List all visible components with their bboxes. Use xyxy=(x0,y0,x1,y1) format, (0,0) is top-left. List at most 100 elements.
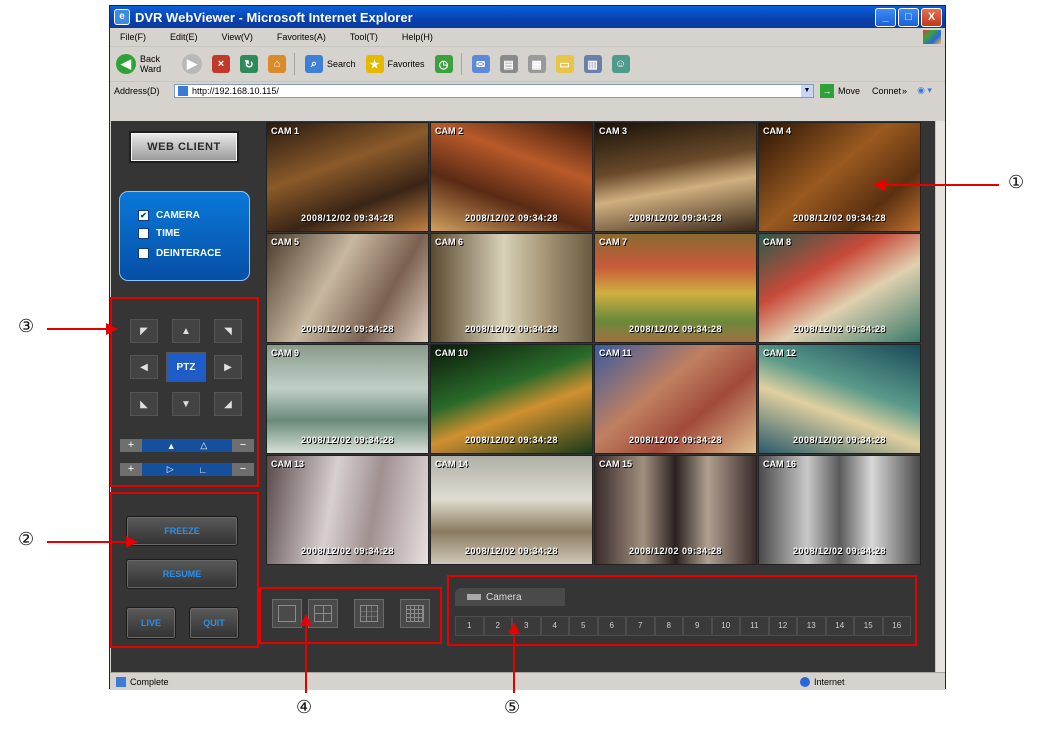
home-icon[interactable]: ⌂ xyxy=(268,55,286,73)
camera-label: CAM 2 xyxy=(435,126,464,136)
messenger-icon[interactable]: ☺ xyxy=(611,55,630,73)
display-options-panel: ✔ CAMERA TIME DEINTERACE xyxy=(119,191,250,281)
menu-edit[interactable]: Edit(E) xyxy=(170,32,198,42)
menu-help[interactable]: Help(H) xyxy=(402,32,433,42)
address-bar: Address(D) http://192.168.10.115/ ▼ → Mo… xyxy=(110,82,945,99)
camera-timestamp: 2008/12/02 09:34:28 xyxy=(792,324,887,334)
camera-tile-15[interactable]: CAM 15 2008/12/02 09:34:28 xyxy=(594,455,757,565)
title-bar[interactable]: e DVR WebViewer - Microsoft Internet Exp… xyxy=(110,6,945,28)
history-icon[interactable]: ◷ xyxy=(434,55,453,73)
camera-tile-8[interactable]: CAM 8 2008/12/02 09:34:28 xyxy=(758,233,921,343)
camera-label: CAM 9 xyxy=(271,348,300,358)
camera-timestamp: 2008/12/02 09:34:28 xyxy=(300,324,395,334)
camera-label: CAM 3 xyxy=(599,126,628,136)
toolbar-separator xyxy=(460,53,462,75)
favorites-star-icon[interactable]: ★ xyxy=(365,55,384,73)
checkbox-time[interactable] xyxy=(138,228,149,239)
edit-icon[interactable]: ▦ xyxy=(527,55,546,73)
security-zone: Internet xyxy=(800,676,845,687)
camera-timestamp: 2008/12/02 09:34:28 xyxy=(792,546,887,556)
mail-icon[interactable]: ✉ xyxy=(471,55,490,73)
camera-tile-10[interactable]: CAM 10 2008/12/02 09:34:28 xyxy=(430,344,593,454)
camera-label: CAM 15 xyxy=(599,459,633,469)
search-icon[interactable]: ⌕ xyxy=(305,55,323,73)
menu-bar: File(F) Edit(E) View(V) Favorites(A) Too… xyxy=(110,28,945,47)
go-arrow-icon[interactable]: → xyxy=(820,83,834,98)
links-label[interactable]: Connet xyxy=(872,86,901,96)
camera-tile-7[interactable]: CAM 7 2008/12/02 09:34:28 xyxy=(594,233,757,343)
address-label: Address(D) xyxy=(114,85,160,96)
option-deinterace[interactable]: DEINTERACE xyxy=(138,248,221,259)
callout-box-split xyxy=(259,587,442,644)
camera-label: CAM 5 xyxy=(271,237,300,247)
research-icon[interactable]: ▥ xyxy=(583,55,602,73)
camera-label: CAM 11 xyxy=(599,348,632,358)
camera-label: CAM 16 xyxy=(763,459,797,469)
arrow-head-3 xyxy=(106,323,118,335)
camera-timestamp: 2008/12/02 09:34:28 xyxy=(300,546,395,556)
option-camera[interactable]: ✔ CAMERA xyxy=(138,210,200,221)
stop-icon[interactable]: × xyxy=(212,55,230,73)
camera-label: CAM 13 xyxy=(271,459,305,469)
camera-tile-11[interactable]: CAM 11 2008/12/02 09:34:28 xyxy=(594,344,757,454)
camera-tile-1[interactable]: CAM 1 2008/12/02 09:34:28 xyxy=(266,122,429,232)
menu-tool[interactable]: Tool(T) xyxy=(350,32,378,42)
marker-2: ② xyxy=(18,529,35,550)
window-title: DVR WebViewer - Microsoft Internet Explo… xyxy=(135,9,413,25)
camera-timestamp: 2008/12/02 09:34:28 xyxy=(464,546,559,556)
camera-tile-9[interactable]: CAM 9 2008/12/02 09:34:28 xyxy=(266,344,429,454)
camera-tile-13[interactable]: CAM 13 2008/12/02 09:34:28 xyxy=(266,455,429,565)
camera-label: CAM 8 xyxy=(763,237,792,247)
favorites-button-label[interactable]: Favorites xyxy=(388,59,425,69)
page-status-icon xyxy=(116,676,126,687)
checkbox-camera[interactable]: ✔ xyxy=(138,210,149,221)
address-input[interactable]: http://192.168.10.115/ ▼ xyxy=(174,83,814,98)
links-chevron[interactable]: » xyxy=(902,86,907,96)
toolbar-separator xyxy=(294,53,295,75)
camera-tile-3[interactable]: CAM 3 2008/12/02 09:34:28 xyxy=(594,122,757,232)
camera-tile-2[interactable]: CAM 2 2008/12/02 09:34:28 xyxy=(430,122,593,232)
camera-timestamp: 2008/12/02 09:34:28 xyxy=(300,435,395,445)
web-client-button[interactable]: WEB CLIENT xyxy=(131,133,237,161)
search-button-label[interactable]: Search xyxy=(327,59,356,69)
back-button-label[interactable]: Back Ward xyxy=(140,54,168,74)
address-dropdown-icon[interactable]: ▼ xyxy=(801,84,813,97)
back-arrow-icon[interactable]: ◀ xyxy=(116,54,136,74)
camera-timestamp: 2008/12/02 09:34:28 xyxy=(628,546,723,556)
marker-5: ⑤ xyxy=(504,697,521,718)
camera-tile-16[interactable]: CAM 16 2008/12/02 09:34:28 xyxy=(758,455,921,565)
forward-arrow-icon[interactable]: ▶ xyxy=(182,54,202,74)
camera-tile-12[interactable]: CAM 12 2008/12/02 09:34:28 xyxy=(758,344,921,454)
maximize-button[interactable]: □ xyxy=(898,7,919,27)
go-button-label[interactable]: Move xyxy=(838,86,860,96)
close-button[interactable]: X xyxy=(921,7,942,27)
address-url[interactable]: http://192.168.10.115/ xyxy=(192,86,279,96)
minimize-button[interactable]: _ xyxy=(875,7,896,27)
option-deinterace-label: DEINTERACE xyxy=(156,248,222,259)
checkbox-deinterace[interactable] xyxy=(138,248,149,259)
menu-file[interactable]: File(F) xyxy=(120,32,146,42)
camera-timestamp: 2008/12/02 09:34:28 xyxy=(792,435,887,445)
folder-icon[interactable]: ▭ xyxy=(555,55,574,73)
vertical-scrollbar[interactable] xyxy=(935,121,945,672)
globe-icon xyxy=(800,676,810,687)
extra-toolbar-icon[interactable]: ◉ ▾ xyxy=(917,85,932,96)
zone-label: Internet xyxy=(814,676,845,687)
option-time-label: TIME xyxy=(156,228,180,239)
menu-view[interactable]: View(V) xyxy=(222,32,253,42)
ie-logo-icon: e xyxy=(114,9,130,25)
arrow-line-5 xyxy=(513,634,515,693)
arrow-head-2 xyxy=(126,536,138,548)
camera-tile-6[interactable]: CAM 6 2008/12/02 09:34:28 xyxy=(430,233,593,343)
camera-label: CAM 14 xyxy=(435,459,469,469)
print-icon[interactable]: ▤ xyxy=(499,55,518,73)
camera-label: CAM 6 xyxy=(435,237,464,247)
camera-tile-5[interactable]: CAM 5 2008/12/02 09:34:28 xyxy=(266,233,429,343)
camera-tile-14[interactable]: CAM 14 2008/12/02 09:34:28 xyxy=(430,455,593,565)
marker-3: ③ xyxy=(18,316,35,337)
camera-tile-4[interactable]: CAM 4 2008/12/02 09:34:28 xyxy=(758,122,921,232)
option-time[interactable]: TIME xyxy=(138,228,180,239)
menu-favorites[interactable]: Favorites(A) xyxy=(277,32,326,42)
refresh-icon[interactable]: ↻ xyxy=(240,55,258,73)
arrow-head-5 xyxy=(508,622,520,634)
